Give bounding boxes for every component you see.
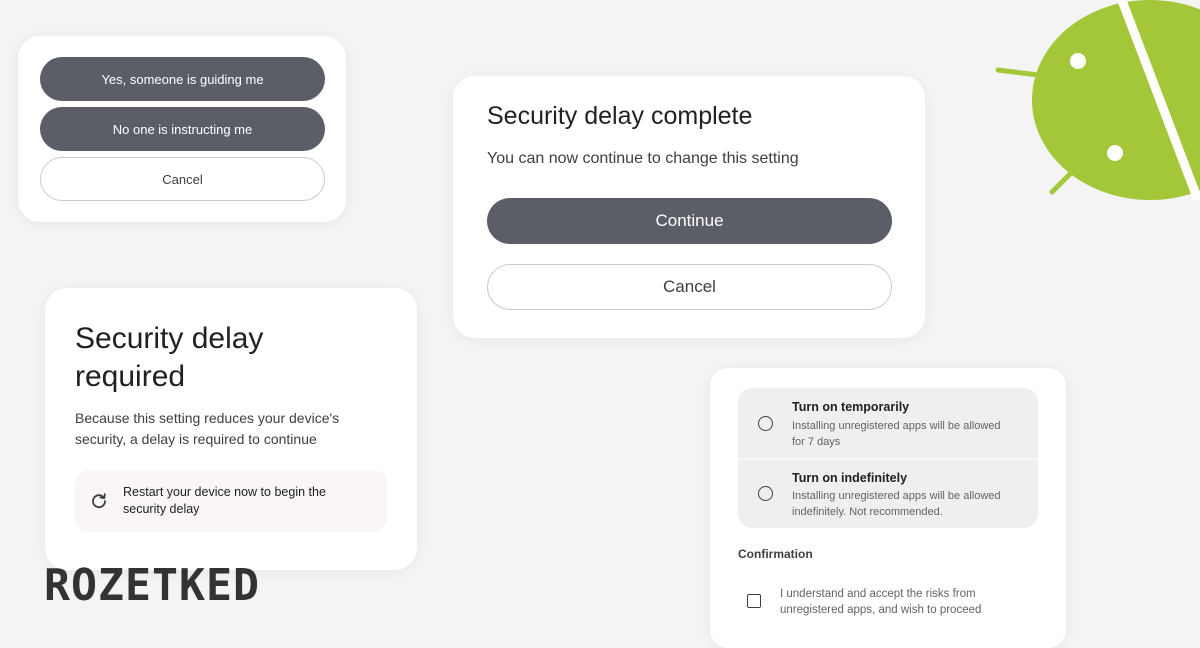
continue-button[interactable]: Continue: [487, 198, 892, 244]
option-description: Installing unregistered apps will be all…: [792, 418, 1032, 450]
security-delay-required-dialog: Security delay required Because this set…: [45, 288, 417, 570]
yes-guided-button[interactable]: Yes, someone is guiding me: [40, 57, 325, 101]
option-title: Turn on temporarily: [792, 400, 910, 414]
cancel-button[interactable]: Cancel: [487, 264, 892, 310]
option-turn-on-indefinitely[interactable]: Turn on indefinitely Installing unregist…: [738, 460, 1038, 528]
dialog-body: Because this setting reduces your device…: [75, 408, 339, 450]
android-logo-icon: [995, 0, 1200, 200]
checkbox-line: unregistered apps, and wish to proceed: [780, 604, 982, 616]
restart-device-option[interactable]: Restart your device now to begin the sec…: [75, 470, 387, 532]
option-turn-on-temporarily[interactable]: Turn on temporarily Installing unregiste…: [738, 388, 1038, 458]
restart-icon: [89, 491, 109, 511]
desc-line: Installing unregistered apps will be all…: [792, 490, 1001, 502]
restart-label: Restart your device now to begin the sec…: [123, 484, 326, 518]
option-title: Turn on indefinitely: [792, 471, 908, 485]
title-line: Security delay: [75, 322, 264, 355]
desc-line: Installing unregistered apps will be all…: [792, 420, 1001, 432]
accept-risk-checkbox[interactable]: [747, 594, 761, 608]
radio-button[interactable]: [758, 416, 773, 431]
restart-line: security delay: [123, 502, 200, 516]
confirmation-heading: Confirmation: [738, 547, 813, 561]
desc-line: for 7 days: [792, 436, 841, 448]
dialog-title: Security delay complete: [487, 102, 753, 130]
body-line: Because this setting reduces your device…: [75, 410, 340, 426]
rozetked-logo-icon: ROZETKED: [44, 560, 260, 611]
restart-line: Restart your device now to begin the: [123, 485, 326, 499]
radio-button[interactable]: [758, 486, 773, 501]
install-options-panel: Turn on temporarily Installing unregiste…: [710, 368, 1066, 648]
title-line: required: [75, 360, 186, 393]
logo-text: ROZETKED: [44, 560, 260, 608]
dialog-message: You can now continue to change this sett…: [487, 150, 799, 167]
dialog-title: Security delay required: [75, 320, 263, 396]
option-description: Installing unregistered apps will be all…: [792, 488, 1032, 520]
guidance-dialog: Yes, someone is guiding me No one is ins…: [18, 36, 346, 222]
cancel-button[interactable]: Cancel: [40, 157, 325, 201]
no-instruction-button[interactable]: No one is instructing me: [40, 107, 325, 151]
checkbox-line: I understand and accept the risks from: [780, 588, 976, 600]
checkbox-label: I understand and accept the risks from u…: [780, 586, 981, 618]
rozetked-logo: ROZETKED: [44, 556, 264, 613]
desc-line: indefinitely. Not recommended.: [792, 506, 943, 518]
body-line: security, a delay is required to continu…: [75, 431, 317, 447]
security-delay-complete-dialog: Security delay complete You can now cont…: [453, 76, 925, 338]
